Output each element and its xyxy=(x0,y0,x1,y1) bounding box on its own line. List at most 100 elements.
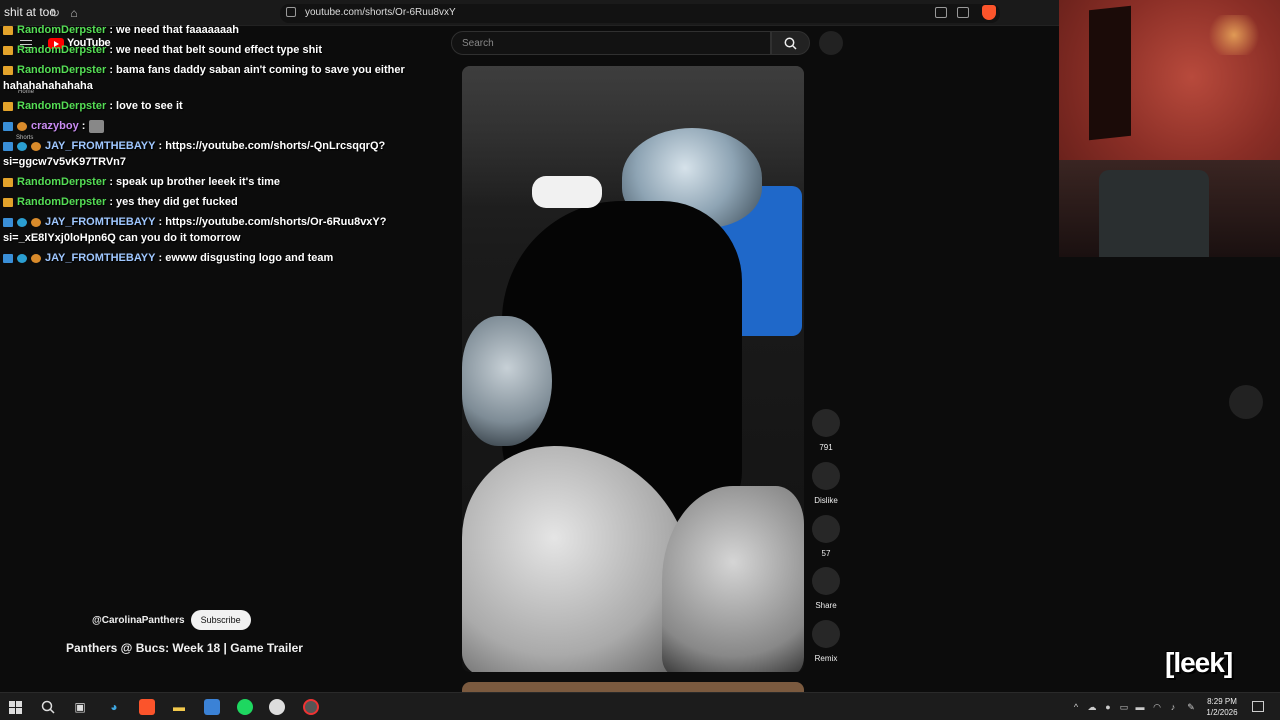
like-action[interactable]: 791 xyxy=(811,409,841,452)
webcam-poster xyxy=(1089,5,1131,141)
chat-message: RandomDerpster : bama fans daddy saban a… xyxy=(3,62,443,94)
channel-name[interactable]: @CarolinaPanthers xyxy=(92,615,185,626)
dislike-icon[interactable] xyxy=(812,462,840,490)
video-glove xyxy=(532,176,602,208)
edge-icon[interactable]: ◕ xyxy=(106,699,122,715)
chat-username: RandomDerpster xyxy=(17,24,107,36)
like-icon[interactable] xyxy=(812,409,840,437)
search-field[interactable] xyxy=(451,31,771,55)
chat-message: JAY_FROMTHEBAYY : https://youtube.com/sh… xyxy=(3,138,443,170)
next-video-button[interactable] xyxy=(1229,385,1263,419)
search-input[interactable] xyxy=(452,32,770,54)
microphone-icon[interactable]: ● xyxy=(1103,702,1113,712)
moderator-badge-icon xyxy=(3,141,13,151)
url-text[interactable]: youtube.com/shorts/Or-6Ruu8vxY xyxy=(305,7,456,18)
dislike-action[interactable]: Dislike xyxy=(811,462,841,505)
comments-action[interactable]: 57 xyxy=(811,515,841,558)
voice-search-button[interactable] xyxy=(819,31,843,55)
bits-badge-icon xyxy=(31,253,41,263)
reload-icon[interactable]: ↻ xyxy=(48,6,62,20)
taskbar: ▣ ◕ ▬ ^ ☁ ● ▭ ▬ ◠ ♪ ✎ 8:29 PM 1/2/2026 xyxy=(0,692,1280,720)
chat-message: RandomDerpster : we need that faaaaaaah xyxy=(3,22,443,38)
video-white-jersey-right xyxy=(662,486,804,672)
chat-text: : xyxy=(81,120,86,132)
subscribe-button[interactable]: Subscribe xyxy=(190,610,251,630)
chat-message: JAY_FROMTHEBAYY : https://youtube.com/sh… xyxy=(3,214,443,246)
share-icon[interactable] xyxy=(812,567,840,595)
search-icon xyxy=(784,37,797,50)
share-page-icon[interactable] xyxy=(957,7,969,18)
network-icon[interactable]: ▬ xyxy=(1135,702,1145,712)
chat-text: : we need that belt sound effect type sh… xyxy=(109,44,323,56)
chat-message: JAY_FROMTHEBAYY : ewww disgusting logo a… xyxy=(3,250,443,266)
emote-icon xyxy=(88,119,104,133)
app-icon[interactable] xyxy=(269,699,285,715)
chat-text: : love to see it xyxy=(109,100,183,112)
chat-username: RandomDerpster xyxy=(17,64,107,76)
system-clock[interactable]: 8:29 PM 1/2/2026 xyxy=(1202,696,1242,718)
brave-taskbar-icon[interactable] xyxy=(139,699,155,715)
volume-icon[interactable]: ♪ xyxy=(1168,702,1178,712)
short-title[interactable]: Panthers @ Bucs: Week 18 | Game Trailer xyxy=(66,641,303,655)
chat-message: RandomDerpster : yes they did get fucked xyxy=(3,194,443,210)
comment-count: 57 xyxy=(821,549,831,558)
chat-message: RandomDerpster : love to see it xyxy=(3,98,443,114)
subscriber-badge-icon xyxy=(3,197,13,207)
clock-time: 8:29 PM xyxy=(1207,697,1237,706)
subscriber-badge-icon xyxy=(3,45,13,55)
subscriber-badge-icon xyxy=(3,177,13,187)
task-view-icon[interactable]: ▣ xyxy=(72,699,88,715)
moderator-badge-icon xyxy=(3,253,13,263)
notification-icon[interactable] xyxy=(1252,701,1264,712)
remix-label: Remix xyxy=(814,654,838,663)
globe-badge-icon xyxy=(17,141,27,151)
store-icon[interactable] xyxy=(204,699,220,715)
chat-text: : ewww disgusting logo and team xyxy=(158,252,334,264)
chevron-up-icon[interactable]: ^ xyxy=(1071,702,1081,712)
webcam-feed xyxy=(1059,0,1280,257)
onedrive-icon[interactable]: ☁ xyxy=(1087,702,1097,712)
file-explorer-icon[interactable]: ▬ xyxy=(171,699,187,715)
stream-chat: RandomDerpster : we need that faaaaaaah … xyxy=(3,22,443,270)
share-action[interactable]: Share xyxy=(811,567,841,610)
subscriber-badge-icon xyxy=(3,65,13,75)
chat-message: crazyboy : xyxy=(3,118,443,134)
webcam-lamp xyxy=(1204,15,1264,55)
subscriber-badge-icon xyxy=(3,101,13,111)
moderator-badge-icon xyxy=(3,217,13,227)
chat-username: JAY_FROMTHEBAYY xyxy=(45,216,156,228)
share-label: Share xyxy=(815,601,837,610)
short-video-player[interactable] xyxy=(462,66,804,672)
chat-text: : we need that faaaaaaah xyxy=(109,24,239,36)
subscriber-badge-icon xyxy=(3,25,13,35)
cast-icon[interactable] xyxy=(935,7,947,18)
spotify-icon[interactable] xyxy=(237,699,253,715)
obs-icon[interactable] xyxy=(303,699,319,715)
wifi-icon[interactable]: ◠ xyxy=(1152,702,1162,712)
dislike-label: Dislike xyxy=(814,496,838,505)
home-icon[interactable]: ⌂ xyxy=(67,6,81,20)
screen: shit at too ↻ ⌂ youtube.com/shorts/Or-6R… xyxy=(0,0,1280,720)
brave-shields-icon[interactable] xyxy=(982,5,996,20)
search-taskbar-icon[interactable] xyxy=(40,699,56,715)
chat-username: RandomDerpster xyxy=(17,196,107,208)
next-short-preview[interactable] xyxy=(462,682,804,692)
display-icon[interactable]: ▭ xyxy=(1119,702,1129,712)
moderator-badge-icon xyxy=(3,121,13,131)
comment-icon[interactable] xyxy=(812,515,840,543)
site-info-icon[interactable] xyxy=(286,7,296,17)
remix-icon[interactable] xyxy=(812,620,840,648)
chat-username: crazyboy xyxy=(31,120,79,132)
webcam-chair-back xyxy=(1099,170,1209,257)
chat-username: RandomDerpster xyxy=(17,44,107,56)
bits-badge-icon xyxy=(17,121,27,131)
search-button[interactable] xyxy=(771,31,810,55)
globe-badge-icon xyxy=(17,217,27,227)
bits-badge-icon xyxy=(31,217,41,227)
windows-start-icon[interactable] xyxy=(9,701,22,714)
chat-username: RandomDerpster xyxy=(17,176,107,188)
clock-date: 1/2/2026 xyxy=(1206,708,1238,717)
chat-text: : yes they did get fucked xyxy=(109,196,238,208)
pen-icon[interactable]: ✎ xyxy=(1186,702,1196,712)
remix-action[interactable]: Remix xyxy=(811,620,841,663)
